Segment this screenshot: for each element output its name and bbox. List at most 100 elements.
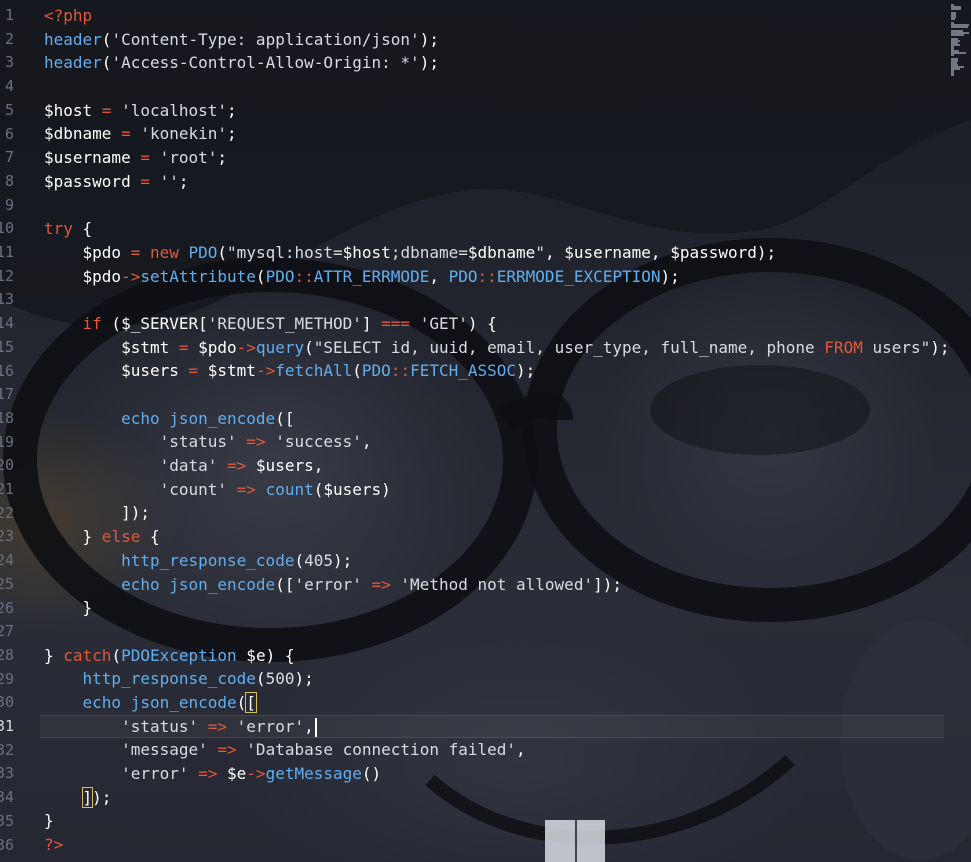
code-line[interactable]: 'status' => 'error', [40, 714, 944, 739]
line-number: 5 [4, 100, 14, 119]
code-line[interactable]: http_response_code(405); [44, 549, 964, 573]
code-line[interactable]: } [44, 596, 964, 620]
code-token: ([ [275, 574, 295, 594]
code-line[interactable]: echo json_encode([ [44, 407, 964, 431]
code-token: ); [92, 787, 112, 807]
code-token: ( [101, 29, 112, 49]
code-token: 'error' [44, 764, 189, 783]
code-line[interactable] [44, 288, 964, 312]
code-token: $password [44, 171, 131, 191]
code-area[interactable]: <?php header('Content-Type: application/j… [40, 4, 964, 857]
code-token: 500 [265, 669, 295, 689]
code-token: = [111, 124, 141, 144]
code-token: } [44, 645, 54, 665]
code-line[interactable]: } catch(PDOException $e) { [44, 644, 964, 668]
code-token: " [535, 242, 545, 262]
code-token: -> [255, 361, 276, 381]
code-editor[interactable]: 1 2 3 4 5 6 7 8 9 10 11 12 13 14 15 16 17 18 19 20 21 22 23 24 2… [0, 0, 971, 862]
line-number: 1 [4, 6, 14, 24]
code-line[interactable]: 'error' => $e->getMessage() [44, 762, 964, 786]
line-number: 11 [0, 243, 14, 261]
code-line[interactable]: if ($_SERVER['REQUEST_METHOD'] === 'GET'… [44, 312, 964, 336]
code-line[interactable]: ]); [44, 501, 964, 525]
line-number: 24 [0, 551, 14, 570]
code-token: ; [178, 171, 189, 191]
code-line[interactable]: echo json_encode(['error' => 'Method not… [44, 573, 964, 597]
code-line[interactable]: $password = ''; [44, 170, 964, 194]
code-line[interactable]: $users = $stmt->fetchAll(PDO::FETCH_ASSO… [44, 359, 964, 383]
text-cursor [314, 717, 317, 737]
code-token: http_response_code [44, 669, 256, 689]
code-token: echo [44, 574, 160, 594]
code-line[interactable]: try { [44, 217, 964, 241]
code-token: 'Method not allowed' [400, 574, 594, 594]
code-token: try [44, 219, 73, 239]
code-token: new [149, 242, 179, 262]
code-token: => [361, 574, 401, 594]
code-line[interactable]: } [44, 809, 964, 833]
code-line[interactable] [44, 75, 964, 99]
code-line[interactable]: $username = 'root'; [44, 146, 964, 170]
code-token: , [361, 432, 372, 452]
line-number: 17 [0, 385, 14, 404]
code-line[interactable] [44, 383, 964, 407]
code-token: ( [255, 669, 266, 689]
code-token: http_response_code [44, 550, 295, 570]
code-token: $host [44, 100, 93, 120]
code-token: json_encode [121, 692, 237, 712]
code-line[interactable]: } else { [44, 525, 964, 549]
code-line[interactable]: http_response_code(500); [44, 667, 964, 691]
line-number-gutter: 1 2 3 4 5 6 7 8 9 10 11 12 13 14 15 16 17 18 19 20 21 22 23 24 2… [0, 0, 40, 862]
code-token: PDO [265, 266, 295, 286]
code-token: $username [564, 242, 651, 262]
code-token: '' [159, 171, 179, 191]
minimap[interactable] [949, 0, 971, 80]
code-line[interactable]: $stmt = $pdo->query("SELECT id, uuid, em… [44, 336, 964, 360]
line-number: 13 [0, 290, 14, 309]
code-token: ); [419, 29, 439, 49]
code-line[interactable]: $host = 'localhost'; [44, 99, 964, 123]
code-line[interactable] [44, 620, 964, 644]
code-token: 'count' [44, 479, 228, 499]
minimap-line [951, 8, 962, 10]
code-line[interactable]: header('Access-Control-Allow-Origin: *')… [44, 51, 964, 75]
code-token: , [313, 456, 324, 476]
code-token: json_encode [159, 574, 276, 594]
code-line[interactable] [44, 194, 964, 218]
code-token: getMessage [265, 764, 362, 783]
line-number: 4 [4, 77, 14, 96]
code-token: ( [217, 242, 228, 262]
code-line[interactable]: header('Content-Type: application/json')… [44, 28, 964, 52]
code-line[interactable]: $dbname = 'konekin'; [44, 122, 964, 146]
code-token: ( [304, 337, 314, 357]
code-token: ;dbname= [390, 242, 468, 262]
code-token: $host [342, 242, 391, 262]
code-token: ( [313, 479, 324, 499]
code-token: :: [477, 266, 497, 286]
code-token: => [217, 456, 256, 476]
code-token: PDO [361, 361, 391, 381]
code-token: $stmt [207, 361, 256, 381]
code-line[interactable]: 'data' => $users, [44, 454, 964, 478]
code-line[interactable]: 'message' => 'Database connection failed… [44, 738, 964, 762]
code-token: 'root' [159, 148, 218, 168]
line-number: 33 [0, 764, 14, 783]
code-line[interactable]: $pdo = new PDO("mysql:host=$host;dbname=… [44, 241, 964, 265]
code-line[interactable]: ?> [44, 833, 964, 857]
code-token: FETCH_ASSOC [410, 361, 517, 381]
code-token: } [44, 527, 93, 547]
code-token: => [188, 764, 228, 783]
code-token: [ [245, 691, 257, 713]
code-line[interactable]: $pdo->setAttribute(PDO::ATTR_ERRMODE, PD… [44, 265, 964, 289]
code-line[interactable]: 'count' => count($users) [44, 478, 964, 502]
code-line[interactable]: ]); [44, 786, 964, 810]
code-token: $username [44, 148, 131, 168]
code-token: 'Database connection failed' [246, 740, 517, 760]
code-token: ( [352, 361, 362, 381]
code-token: setAttribute [140, 266, 256, 286]
code-token: = [178, 361, 208, 381]
code-line[interactable]: 'status' => 'success', [44, 430, 964, 454]
code-line[interactable]: echo json_encode([ [44, 691, 964, 715]
code-line[interactable]: <?php [44, 4, 964, 28]
code-token: FROM [824, 337, 863, 357]
